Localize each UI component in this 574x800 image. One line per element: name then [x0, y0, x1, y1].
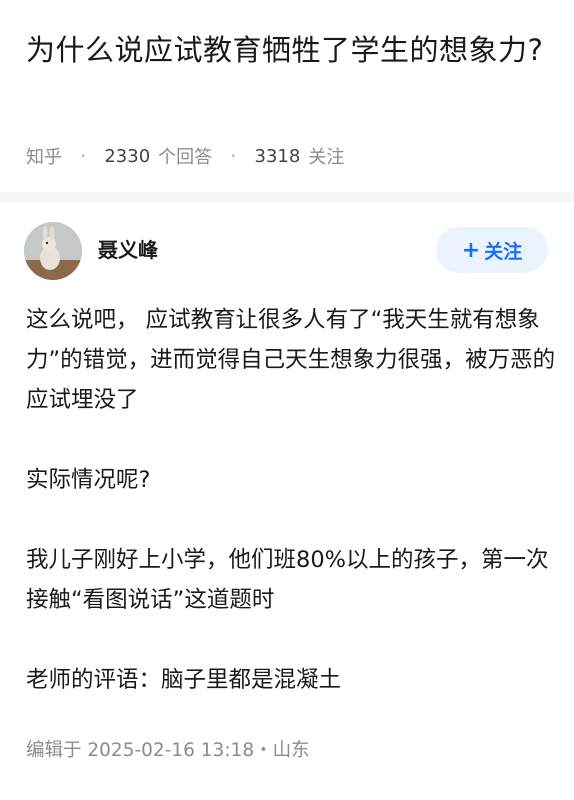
follow-button-label: 关注 — [484, 240, 523, 263]
follow-count-label: 关注 — [308, 147, 345, 168]
follow-button[interactable]: + 关注 — [436, 227, 548, 273]
answer-count-label: 个回答 — [158, 147, 213, 168]
answer-paragraph: 我儿子刚好上小学，他们班80%以上的孩子，第一次接触“看图说话”这道题时 — [26, 547, 549, 613]
question-title[interactable]: 为什么说应试教育牺牲了学生的想象力? — [26, 24, 556, 76]
question-card: 为什么说应试教育牺牲了学生的想象力? 知乎 · 2330 个回答 · 3318 … — [0, 0, 574, 190]
question-meta: 知乎 · 2330 个回答 · 3318 关注 — [26, 142, 344, 170]
answer-paragraph: 老师的评语：脑子里都是混凝土 — [26, 667, 342, 693]
answer-content: 这么说吧， 应试教育让很多人有了“我天生就有想象力”的错觉，进而觉得自己天生想象… — [26, 300, 556, 700]
author-row: 聂义峰 + 关注 — [0, 216, 574, 284]
author-name[interactable]: 聂义峰 — [98, 234, 158, 263]
follow-count: 3318 — [254, 145, 301, 167]
avatar[interactable] — [24, 222, 82, 280]
section-divider — [0, 192, 574, 202]
separator-dot: · — [230, 144, 237, 168]
rabbit-avatar-icon — [24, 222, 82, 280]
separator-dot: · — [80, 144, 87, 168]
answer-count: 2330 — [104, 145, 151, 167]
answer-paragraph: 这么说吧， 应试教育让很多人有了“我天生就有想象力”的错觉，进而觉得自己天生想象… — [26, 307, 556, 413]
answer-paragraph: 实际情况呢? — [26, 467, 151, 493]
source-label: 知乎 — [26, 147, 62, 168]
plus-icon: + — [461, 237, 481, 263]
edit-meta: 编辑于 2025-02-16 13:18・山东 — [26, 740, 310, 761]
